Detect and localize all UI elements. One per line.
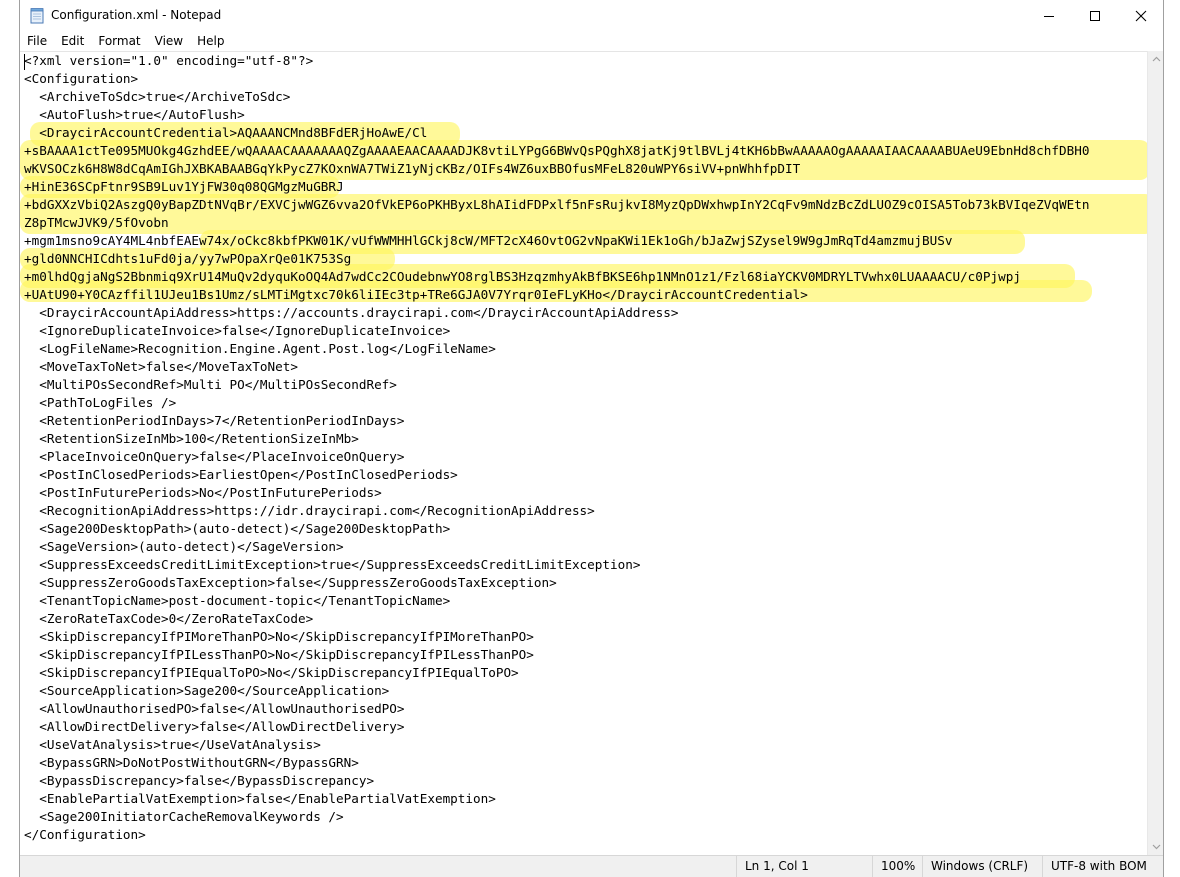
encoding: UTF-8 with BOM [1042,856,1164,877]
code-line: <AllowUnauthorisedPO>false</AllowUnautho… [24,701,405,716]
menu-edit[interactable]: Edit [54,31,91,51]
code-line: <MultiPOsSecondRef>Multi PO</MultiPOsSec… [24,377,397,392]
code-line: </Configuration> [24,827,146,842]
code-line: Z8pTMcwJVK9/5fOvobn [24,215,169,230]
line-ending: Windows (CRLF) [922,856,1042,877]
chevron-down-icon [1152,844,1160,850]
code-line: <PlaceInvoiceOnQuery>false</PlaceInvoice… [24,449,405,464]
code-line: <SkipDiscrepancyIfPIEqualToPO>No</SkipDi… [24,665,519,680]
code-line: <SourceApplication>Sage200</SourceApplic… [24,683,390,698]
chevron-up-icon [1152,56,1160,62]
code-line: <Sage200DesktopPath>(auto-detect)</Sage2… [24,521,451,536]
window-title: Configuration.xml - Notepad [51,8,222,22]
code-line: <Sage200InitiatorCacheRemovalKeywords /> [24,809,344,824]
text-cursor [24,54,25,70]
vertical-scrollbar[interactable] [1147,51,1163,855]
code-line: <TenantTopicName>post-document-topic</Te… [24,593,451,608]
status-bar: Ln 1, Col 1 100% Windows (CRLF) UTF-8 wi… [20,855,1163,877]
code-line: <DraycirAccountCredential>AQAAANCMnd8BFd… [24,125,428,140]
code-line: +bdGXXzVbiQ2AszgQ0yBapZDtNVqBr/EXVCjwWGZ… [24,197,1090,212]
code-line: <SkipDiscrepancyIfPIMoreThanPO>No</SkipD… [24,629,534,644]
cursor-position: Ln 1, Col 1 [736,856,872,877]
code-line: <BypassGRN>DoNotPostWithoutGRN</BypassGR… [24,755,359,770]
text-editor[interactable]: <?xml version="1.0" encoding="utf-8"?> <C… [20,51,1147,855]
menu-bar: File Edit Format View Help [20,31,1163,51]
code-line: +UAtU90+Y0CAzffil1UJeu1Bs1Umz/sLMTiMgtxc… [24,287,808,302]
code-line: <SageVersion>(auto-detect)</SageVersion> [24,539,344,554]
maximize-icon [1090,10,1100,21]
code-line: +HinE36SCpFtnr9SB9Luv1YjFW30q08QGMgzMuGB… [24,179,344,194]
code-line: <MoveTaxToNet>false</MoveTaxToNet> [24,359,298,374]
code-line: <AllowDirectDelivery>false</AllowDirectD… [24,719,405,734]
minimize-icon [1044,15,1054,17]
code-line: <PathToLogFiles /> [24,395,177,410]
code-line: <ArchiveToSdc>true</ArchiveToSdc> [24,89,291,104]
scroll-down-button[interactable] [1148,839,1164,855]
scroll-up-button[interactable] [1148,51,1164,67]
code-line: <LogFileName>Recognition.Engine.Agent.Po… [24,341,496,356]
code-line: wKVSOCzk6H8W8dCqAmIGhJXBKABAABGqYkPycZ7K… [24,161,801,176]
code-line: <IgnoreDuplicateInvoice>false</IgnoreDup… [24,323,451,338]
code-line: <BypassDiscrepancy>false</BypassDiscrepa… [24,773,375,788]
close-icon [1135,10,1147,21]
menu-view[interactable]: View [148,31,190,51]
code-line: <EnablePartialVatExemption>false</Enable… [24,791,496,806]
code-line: <RetentionPeriodInDays>7</RetentionPerio… [24,413,405,428]
zoom-level: 100% [872,856,922,877]
code-line: <SuppressZeroGoodsTaxException>false</Su… [24,575,557,590]
title-bar[interactable]: Configuration.xml - Notepad [20,0,1163,31]
minimize-button[interactable] [1026,0,1072,31]
menu-format[interactable]: Format [91,31,147,51]
menu-file[interactable]: File [20,31,54,51]
code-line: <DraycirAccountApiAddress>https://accoun… [24,305,679,320]
code-line: <RetentionSizeInMb>100</RetentionSizeInM… [24,431,359,446]
code-line: <PostInFuturePeriods>No</PostInFuturePer… [24,485,382,500]
code-line: +sBAAAA1ctTe095MUOkg4GzhdEE/wQAAAACAAAAA… [24,143,1090,158]
code-line: +gld0NNCHICdhts1uFd0ja/yy7wPOpaXrQe01K75… [24,251,352,266]
code-line: <SkipDiscrepancyIfPILessThanPO>No</SkipD… [24,647,534,662]
code-line: <ZeroRateTaxCode>0</ZeroRateTaxCode> [24,611,314,626]
code-line: <PostInClosedPeriods>EarliestOpen</PostI… [24,467,458,482]
code-line: <UseVatAnalysis>true</UseVatAnalysis> [24,737,321,752]
notepad-window: Configuration.xml - Notepad File Edit Fo… [19,0,1164,877]
menu-help[interactable]: Help [190,31,231,51]
code-line: <?xml version="1.0" encoding="utf-8"?> [24,53,314,68]
code-line: +m0lhdQgjaNgS2Bbnmiq9XrU14MuQv2dyquKoOQ4… [24,269,1021,284]
code-line: <AutoFlush>true</AutoFlush> [24,107,245,122]
code-line: <SuppressExceedsCreditLimitException>tru… [24,557,641,572]
notepad-icon [30,8,44,24]
code-line: <Configuration> [24,71,139,86]
maximize-button[interactable] [1072,0,1118,31]
close-button[interactable] [1118,0,1164,31]
code-line: +mgm1msno9cAY4ML4nbfEAEw74x/oCkc8kbfPKW0… [24,233,953,248]
code-line: <RecognitionApiAddress>https://idr.drayc… [24,503,595,518]
